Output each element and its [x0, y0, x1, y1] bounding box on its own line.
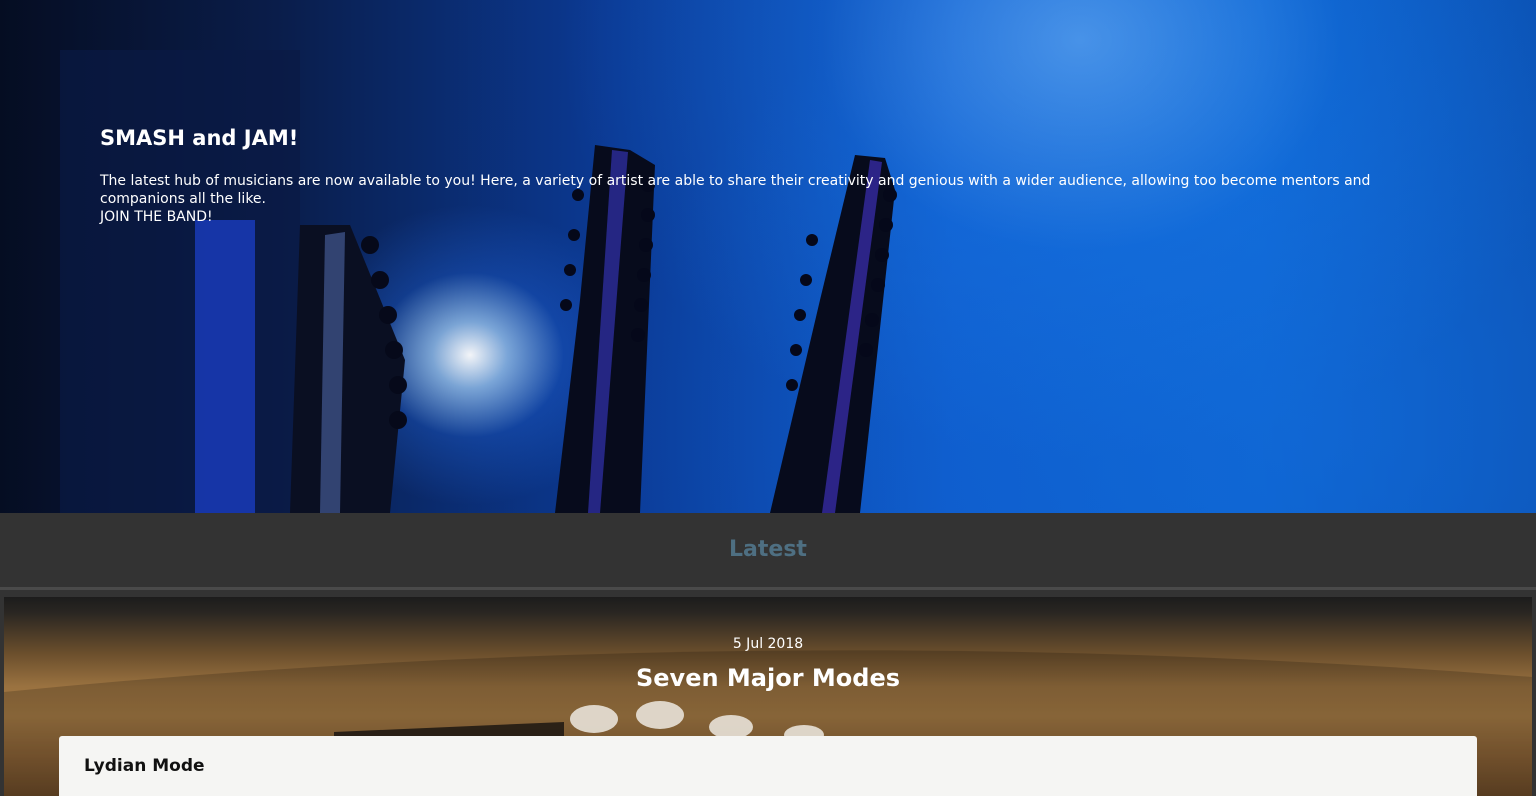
post-title[interactable]: Seven Major Modes — [4, 664, 1532, 692]
post-content-card: Lydian Mode — [59, 736, 1477, 796]
post-card[interactable]: 5 Jul 2018 Seven Major Modes Lydian Mode — [4, 597, 1532, 796]
join-the-band-link[interactable]: JOIN THE BAND! — [100, 208, 1420, 226]
post-date: 5 Jul 2018 — [732, 636, 804, 652]
hero-description: The latest hub of musicians are now avai… — [100, 173, 1371, 207]
latest-heading: Latest — [729, 536, 807, 562]
latest-section-header: Latest — [0, 513, 1536, 590]
guitar-headstocks-image — [60, 50, 897, 513]
post-section-title: Lydian Mode — [84, 756, 205, 776]
hero-content: SMASH and JAM! The latest hub of musicia… — [100, 124, 1420, 226]
hero-title: SMASH and JAM! — [100, 126, 299, 150]
hero-banner: SMASH and JAM! The latest hub of musicia… — [0, 0, 1536, 513]
